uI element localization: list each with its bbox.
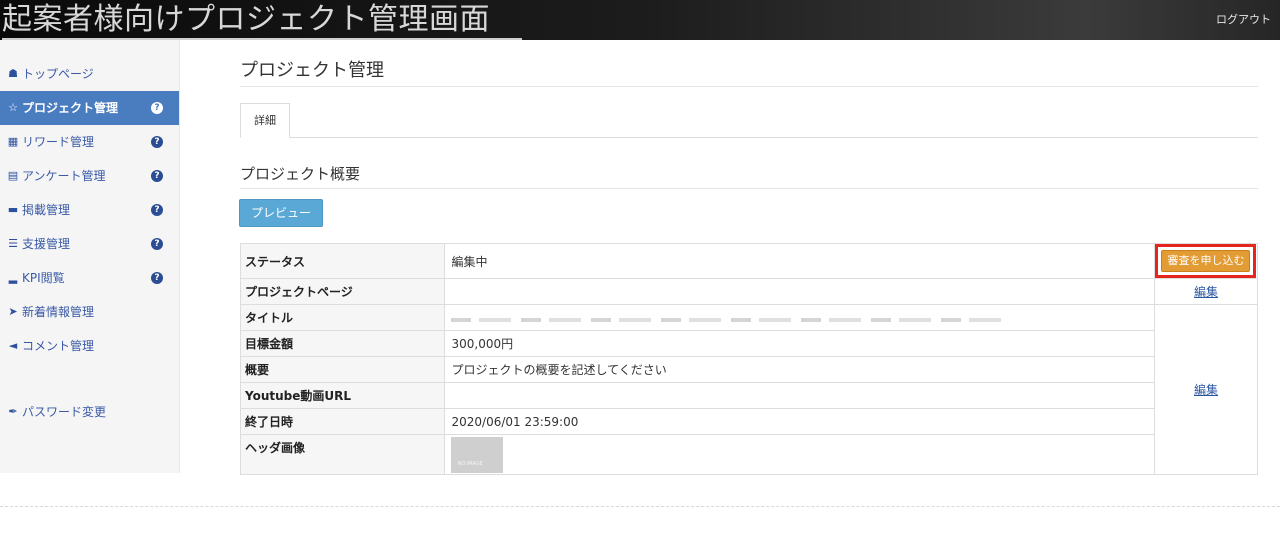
row-value: NO IMAGE — [444, 434, 1155, 475]
survey-icon: ▤ — [7, 169, 19, 182]
row-value: 300,000円 — [444, 330, 1155, 357]
sidebar-item-reward-management[interactable]: ▦ リワード管理 ? — [0, 125, 179, 159]
section-title: プロジェクト概要 — [240, 165, 361, 183]
table-row: 概要 プロジェクトの概要を記述してください — [239, 356, 1258, 383]
row-action: 編集 — [1153, 304, 1259, 475]
table-row: タイトル 編集 — [239, 304, 1259, 475]
row-label: プロジェクトページ — [239, 278, 446, 305]
sidebar-item-label: 新着情報管理 — [22, 305, 95, 319]
sidebar: ☗ トップページ ☆ プロジェクト管理 ? ▦ リワード管理 ? ▤ アンケート… — [0, 40, 180, 473]
row-label: ヘッダ画像 — [239, 434, 446, 475]
sidebar-item-news-management[interactable]: ➤ 新着情報管理 — [0, 295, 179, 329]
row-value: 編集中 — [444, 243, 1155, 279]
row-label: Youtube動画URL — [239, 382, 446, 409]
table-row: 終了日時 2020/06/01 23:59:00 — [239, 408, 1258, 435]
send-icon: ➤ — [8, 305, 18, 318]
sidebar-item-label: コメント管理 — [22, 339, 95, 353]
tab-bar — [240, 137, 1258, 138]
sidebar-item-label: KPI閲覧 — [22, 271, 65, 285]
table-row: ヘッダ画像 NO IMAGE — [239, 434, 1258, 475]
blurred-title — [451, 317, 1012, 322]
sidebar-item-survey-management[interactable]: ▤ アンケート管理 ? — [0, 159, 179, 193]
preview-button[interactable]: プレビュー — [239, 199, 323, 227]
divider — [240, 86, 1258, 87]
sidebar-item-label: プロジェクト管理 — [22, 101, 119, 115]
top-bar: 起案者様向けプロジェクト管理画面 ログアウト — [0, 0, 1280, 40]
sidebar-item-label: パスワード変更 — [22, 405, 107, 419]
table-row: プロジェクトページ 編集 — [239, 278, 1259, 305]
header-image-placeholder: NO IMAGE — [451, 437, 504, 473]
row-label: 終了日時 — [239, 408, 446, 435]
no-image-label: NO IMAGE — [457, 461, 483, 467]
sidebar-item-project-management[interactable]: ☆ プロジェクト管理 ? — [0, 91, 179, 125]
gift-icon: ▦ — [7, 135, 19, 148]
wrench-icon: ✒ — [8, 405, 18, 418]
help-icon[interactable]: ? — [151, 238, 163, 250]
sidebar-item-change-password[interactable]: ✒ パスワード変更 — [0, 395, 179, 429]
divider — [240, 188, 1258, 189]
submit-highlight: 審査を申し込む — [1155, 244, 1257, 278]
sidebar-item-comment-management[interactable]: ◄ コメント管理 — [0, 329, 179, 363]
row-value — [444, 278, 1155, 305]
sidebar-item-label: トップページ — [22, 67, 94, 81]
project-detail-table: ステータス 編集中 審査を申し込む プロジェクトページ 編集 タイトル 編集 目… — [239, 243, 1259, 475]
submit-review-button[interactable]: 審査を申し込む — [1161, 250, 1251, 272]
row-action: 審査を申し込む — [1153, 243, 1259, 279]
row-value: 2020/06/01 23:59:00 — [444, 408, 1155, 435]
sidebar-item-label: リワード管理 — [22, 135, 95, 149]
help-icon[interactable]: ? — [151, 204, 163, 216]
app-title: 起案者様向けプロジェクト管理画面 — [2, 0, 522, 40]
table-row: 目標金額 300,000円 — [239, 330, 1258, 357]
logout-link[interactable]: ログアウト — [1216, 0, 1280, 40]
row-action: 編集 — [1153, 278, 1259, 305]
row-label: タイトル — [239, 304, 446, 331]
help-icon[interactable]: ? — [151, 170, 163, 182]
sidebar-item-label: 支援管理 — [22, 237, 71, 251]
bar-chart-icon: ▂ — [8, 271, 18, 284]
home-icon: ☗ — [8, 67, 18, 80]
row-label: ステータス — [239, 243, 446, 279]
sidebar-item-support-management[interactable]: ☰ 支援管理 ? — [0, 227, 179, 261]
divider — [0, 506, 1280, 507]
star-icon: ☆ — [8, 101, 18, 114]
row-value — [444, 382, 1155, 409]
publish-icon: ▬ — [7, 203, 19, 216]
page-title: プロジェクト管理 — [240, 60, 384, 81]
row-value — [444, 304, 1155, 331]
megaphone-icon: ◄ — [8, 339, 18, 352]
row-label: 目標金額 — [239, 330, 446, 357]
help-icon[interactable]: ? — [151, 102, 163, 114]
row-label: 概要 — [239, 356, 446, 383]
row-value: プロジェクトの概要を記述してください — [444, 356, 1155, 383]
sidebar-item-kpi[interactable]: ▂ KPI閲覧 ? — [0, 261, 179, 295]
edit-link[interactable]: 編集 — [1194, 383, 1218, 397]
help-icon[interactable]: ? — [151, 136, 163, 148]
sidebar-item-label: アンケート管理 — [22, 169, 106, 183]
sidebar-item-label: 掲載管理 — [22, 203, 71, 217]
sidebar-item-top-page[interactable]: ☗ トップページ — [0, 57, 179, 91]
tab-details[interactable]: 詳細 — [240, 103, 290, 138]
list-icon: ☰ — [8, 237, 18, 250]
help-icon[interactable]: ? — [151, 272, 163, 284]
edit-link[interactable]: 編集 — [1194, 285, 1218, 299]
table-row: ステータス 編集中 審査を申し込む — [239, 243, 1259, 279]
sidebar-item-publish-management[interactable]: ▬ 掲載管理 ? — [0, 193, 179, 227]
table-row: Youtube動画URL — [239, 382, 1258, 409]
